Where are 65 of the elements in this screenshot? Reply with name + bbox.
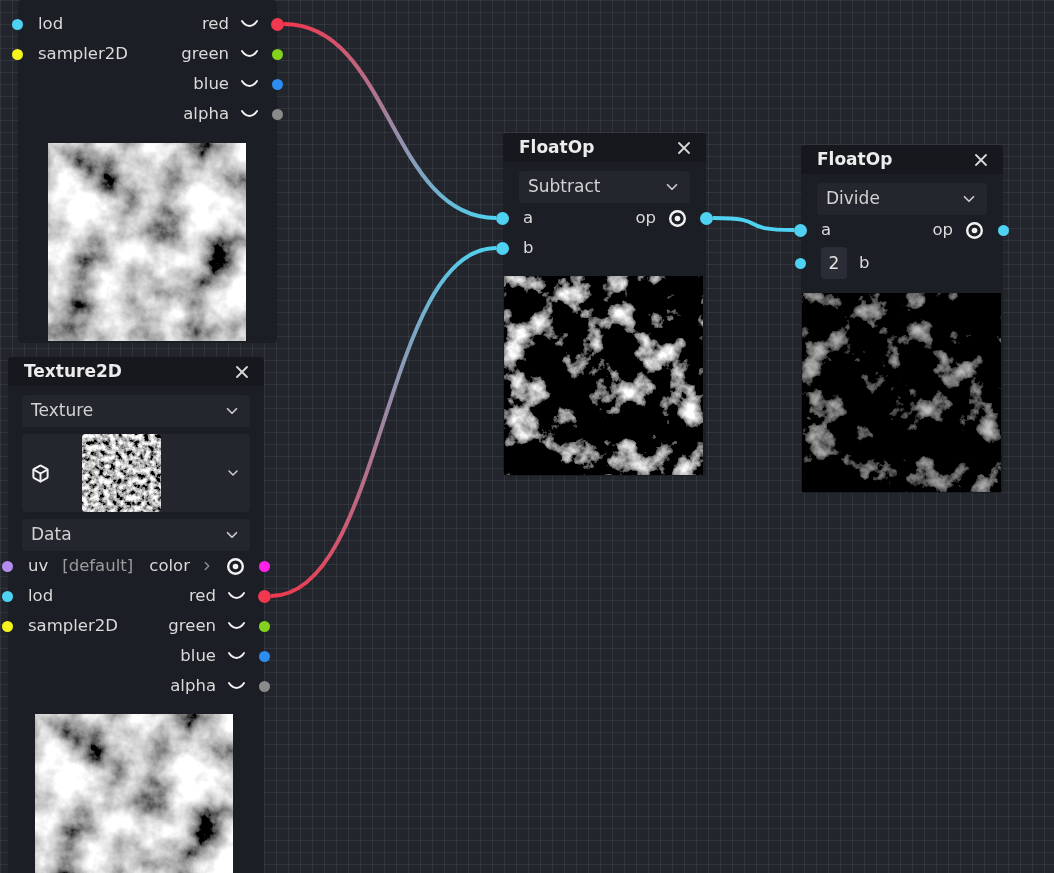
socket-label: op <box>932 218 953 241</box>
output-socket[interactable] <box>271 17 284 31</box>
socket-label: alpha <box>183 102 229 125</box>
socket-label: lod <box>28 584 54 607</box>
socket-label: color <box>149 554 190 577</box>
socket-label: lod <box>38 12 64 35</box>
socket-label: red <box>201 12 229 35</box>
eye-icon[interactable] <box>965 220 984 240</box>
curve-icon[interactable] <box>241 19 258 29</box>
socket-label: green <box>181 42 229 65</box>
output-socket[interactable] <box>998 224 1009 236</box>
output-socket[interactable] <box>259 560 270 572</box>
socket-label: blue <box>193 72 229 95</box>
eye-icon[interactable] <box>226 556 245 576</box>
node-title: FloatOp <box>519 135 595 159</box>
output-socket[interactable] <box>259 680 270 692</box>
curve-icon[interactable] <box>228 681 245 691</box>
node-header[interactable]: Texture2D <box>8 357 264 386</box>
socket-label: b <box>859 251 870 274</box>
socket-label: sampler2D <box>28 614 118 637</box>
socket-label: sampler2D <box>38 42 128 65</box>
socket-label: blue <box>180 644 216 667</box>
input-socket[interactable] <box>2 620 13 632</box>
input-socket[interactable] <box>496 211 509 225</box>
curve-icon[interactable] <box>241 49 258 59</box>
node-header[interactable]: FloatOp <box>503 133 706 162</box>
curve-icon[interactable] <box>241 79 258 89</box>
output-socket[interactable] <box>272 78 283 90</box>
cube-icon <box>31 463 50 483</box>
socket-label: alpha <box>170 674 216 697</box>
node-header[interactable]: FloatOp <box>801 145 1003 174</box>
input-socket[interactable] <box>794 223 807 237</box>
node-title: FloatOp <box>817 147 893 171</box>
input-socket[interactable] <box>12 18 23 30</box>
output-socket[interactable] <box>259 650 270 662</box>
output-socket[interactable] <box>272 48 283 60</box>
curve-icon[interactable] <box>228 651 245 661</box>
output-socket[interactable] <box>259 620 270 632</box>
default-hint: [default] <box>62 554 134 577</box>
dropdown[interactable]: Texture <box>22 395 250 427</box>
socket-label: b <box>523 236 534 259</box>
number-field[interactable]: 2 <box>821 247 847 279</box>
socket-label: op <box>635 206 656 229</box>
input-socket[interactable] <box>2 560 13 572</box>
socket-label: green <box>168 614 216 637</box>
curve-icon[interactable] <box>228 591 245 601</box>
dropdown[interactable]: Divide <box>817 183 987 215</box>
dropdown[interactable]: Subtract <box>519 171 690 203</box>
socket-label: a <box>523 206 534 229</box>
input-socket[interactable] <box>12 48 23 60</box>
node-title: Texture2D <box>24 359 122 383</box>
output-socket[interactable] <box>258 589 271 603</box>
output-socket[interactable] <box>700 211 713 225</box>
eye-icon[interactable] <box>668 208 687 228</box>
input-socket[interactable] <box>795 257 806 269</box>
socket-label: uv <box>28 554 49 577</box>
curve-icon[interactable] <box>228 621 245 631</box>
curve-icon[interactable] <box>241 109 258 119</box>
socket-label: red <box>188 584 216 607</box>
socket-label: a <box>821 218 832 241</box>
dropdown[interactable]: Data <box>22 519 250 551</box>
output-socket[interactable] <box>272 108 283 120</box>
input-socket[interactable] <box>2 590 13 602</box>
input-socket[interactable] <box>496 241 509 255</box>
texture-picker[interactable] <box>22 434 250 512</box>
